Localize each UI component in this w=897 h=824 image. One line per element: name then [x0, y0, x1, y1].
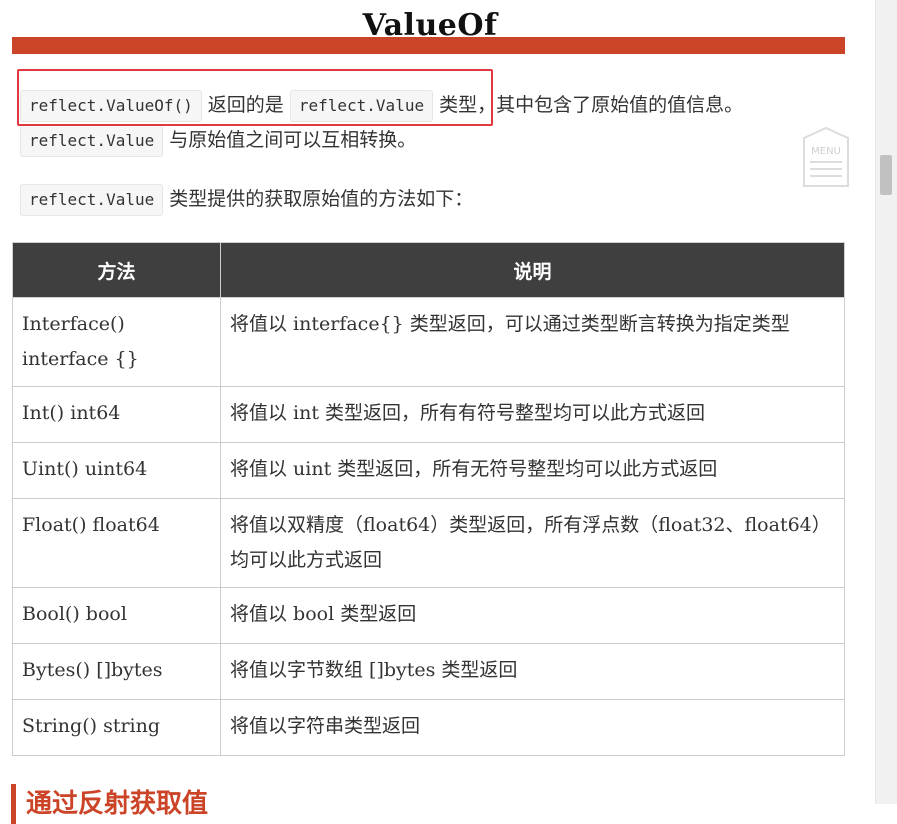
- annotation-highlight-box: [17, 69, 493, 126]
- next-section-heading: 通过反射获取值: [11, 784, 208, 824]
- table-header-method: 方法: [12, 242, 221, 298]
- article-page: ValueOf reflect.ValueOf() 返回的是 reflect.V…: [0, 0, 875, 824]
- scrollbar-thumb[interactable]: [880, 155, 892, 195]
- method-cell: Uint() uint64: [12, 442, 221, 499]
- description-cell: 将值以双精度（float64）类型返回，所有浮点数（float32、float6…: [220, 498, 845, 588]
- description-cell: 将值以 interface{} 类型返回，可以通过类型断言转换为指定类型: [220, 297, 845, 387]
- inline-code: reflect.Value: [20, 183, 164, 216]
- paragraph-text: 类型提供的获取原始值的方法如下：: [163, 188, 474, 210]
- description-cell: 将值以字节数组 []bytes 类型返回: [220, 643, 845, 700]
- table-row: Uint() uint64 将值以 uint 类型返回，所有无符号整型均可以此方…: [12, 442, 845, 499]
- description-cell: 将值以字符串类型返回: [220, 699, 845, 756]
- inline-code: reflect.Value: [20, 124, 164, 157]
- table-row: Interface() interface {} 将值以 interface{}…: [12, 297, 845, 387]
- table-row: Bool() bool 将值以 bool 类型返回: [12, 587, 845, 644]
- table-row: Bytes() []bytes 将值以字节数组 []bytes 类型返回: [12, 643, 845, 700]
- description-cell: 将值以 uint 类型返回，所有无符号整型均可以此方式返回: [220, 442, 845, 499]
- method-cell: Interface() interface {}: [12, 297, 221, 387]
- description-cell: 将值以 int 类型返回，所有有符号整型均可以此方式返回: [220, 386, 845, 443]
- description-cell: 将值以 bool 类型返回: [220, 587, 845, 644]
- table-header-description: 说明: [220, 242, 845, 298]
- table-row: String() string 将值以字符串类型返回: [12, 699, 845, 756]
- method-cell: Bytes() []bytes: [12, 643, 221, 700]
- paragraph-text: 与原始值之间可以互相转换。: [163, 129, 417, 151]
- section-heading: ValueOf: [362, 8, 498, 43]
- menu-icon: MENU: [803, 126, 849, 187]
- method-cell: String() string: [12, 699, 221, 756]
- method-cell: Float() float64: [12, 498, 221, 588]
- menu-label: MENU: [811, 146, 841, 157]
- vertical-scrollbar[interactable]: [875, 0, 897, 804]
- methods-table: 方法 说明 Interface() interface {} 将值以 inter…: [12, 242, 845, 756]
- menu-button[interactable]: MENU: [800, 124, 852, 190]
- table-header-row: 方法 说明: [12, 242, 845, 298]
- table-row: Int() int64 将值以 int 类型返回，所有有符号整型均可以此方式返回: [12, 386, 845, 443]
- table-row: Float() float64 将值以双精度（float64）类型返回，所有浮点…: [12, 498, 845, 588]
- method-cell: Bool() bool: [12, 587, 221, 644]
- method-cell: Int() int64: [12, 386, 221, 443]
- methods-intro-paragraph: reflect.Value 类型提供的获取原始值的方法如下：: [20, 182, 850, 217]
